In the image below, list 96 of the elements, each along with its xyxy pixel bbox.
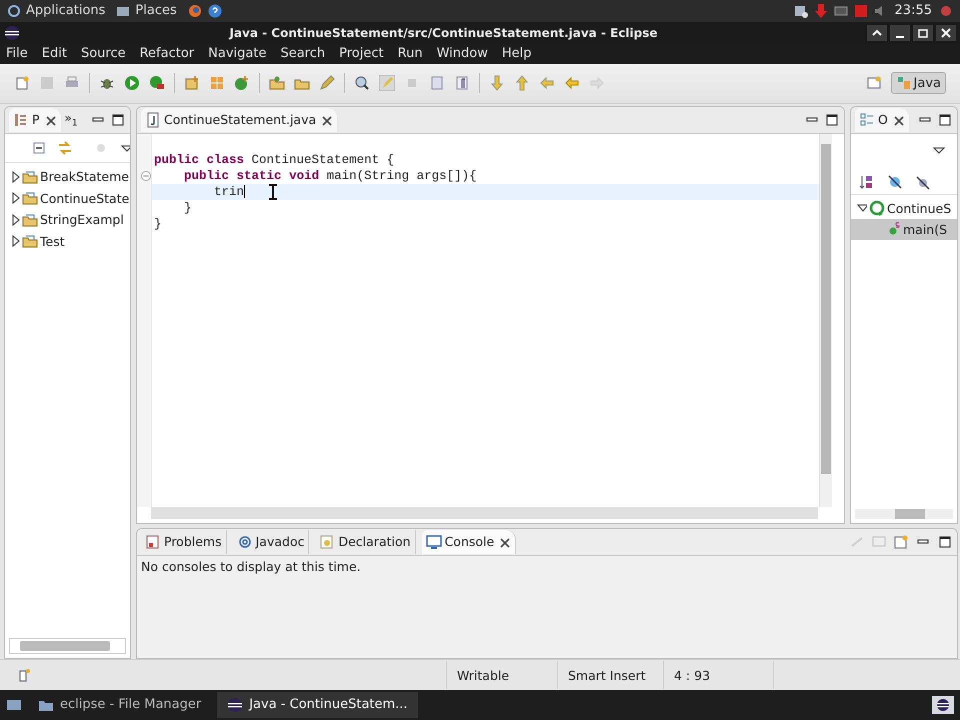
project-folder-icon	[22, 212, 38, 228]
back-arrow-icon[interactable]	[564, 75, 580, 92]
run-tools-icon[interactable]	[149, 75, 165, 92]
project-folder-icon	[22, 190, 38, 206]
view-tab[interactable]: P	[9, 108, 61, 132]
horizontal-scrollbar[interactable]	[151, 506, 818, 519]
horizontal-scrollbar[interactable]	[9, 638, 126, 654]
open-perspective-icon[interactable]	[866, 75, 882, 92]
project-tree-item[interactable]: Test	[5, 230, 130, 252]
eclipse-tray-icon[interactable]	[932, 696, 954, 714]
text-caret	[244, 185, 246, 198]
view-overflow-button[interactable]: »$_{1}$	[64, 111, 78, 129]
applications-menu[interactable]: Applications	[26, 3, 106, 18]
menu-item[interactable]: Search	[280, 46, 326, 62]
new-icon[interactable]	[14, 75, 30, 92]
close-icon[interactable]	[936, 24, 956, 41]
places-menu[interactable]: Places	[135, 3, 177, 18]
tab-label: Javadoc	[256, 534, 304, 550]
tab-label: Console	[444, 534, 494, 550]
perspective-button[interactable]: Java	[890, 72, 946, 94]
hide-static-icon[interactable]	[915, 174, 931, 190]
menu-item[interactable]: Window	[436, 46, 488, 62]
eclipse-logo-icon	[227, 696, 244, 713]
project-tree-item[interactable]: BreakStateme	[5, 166, 130, 188]
code-line: trin	[213, 184, 246, 199]
sort-icon[interactable]	[859, 174, 875, 190]
window-up-icon[interactable]	[867, 24, 887, 41]
restore-icon[interactable]	[913, 24, 933, 41]
taskbar-button[interactable]: eclipse - File Manager	[28, 692, 212, 718]
menu-item[interactable]: Refactor	[140, 46, 194, 62]
tab-label: O	[878, 112, 888, 128]
project-folder-icon	[22, 168, 38, 185]
tab-label: Declaration	[338, 534, 411, 550]
declaration-icon	[319, 534, 336, 550]
maximize-icon[interactable]	[937, 112, 953, 128]
minimize-icon[interactable]	[890, 24, 910, 41]
view-tab[interactable]: O	[855, 108, 909, 132]
tab-label: P	[32, 112, 40, 128]
menu-item[interactable]: Source	[80, 46, 126, 62]
problems-icon	[145, 534, 161, 550]
vertical-scrollbar[interactable]	[819, 134, 832, 507]
view-tab[interactable]: Problems	[141, 530, 227, 554]
project-tree-item[interactable]: StringExampl	[5, 208, 130, 230]
code-line: public class ContinueStatement {	[154, 152, 394, 167]
java-perspective-icon	[896, 75, 912, 92]
status-text: Smart Insert	[557, 661, 663, 689]
menu-item[interactable]: Help	[502, 46, 532, 62]
run-icon[interactable]	[124, 75, 140, 92]
new-package-icon[interactable]	[184, 75, 200, 92]
package-explorer-icon	[13, 112, 29, 128]
console-icon	[426, 534, 442, 550]
stop-icon[interactable]	[852, 2, 869, 19]
taskbar-button[interactable]: Java - ContinueStatem...	[217, 692, 418, 718]
view-tab[interactable]: Console	[422, 530, 516, 554]
menu-item[interactable]: Edit	[42, 46, 67, 62]
tab-label: ContinueStatement.java	[164, 112, 316, 128]
outline-item[interactable]: main(S	[851, 218, 957, 240]
status-text: Writable	[446, 661, 557, 689]
show-whitespace-icon[interactable]	[429, 75, 445, 92]
pencil-icon[interactable]	[319, 75, 335, 92]
outline-item[interactable]: ContinueS	[851, 198, 957, 219]
tab-label: Problems	[164, 534, 222, 550]
javadoc-icon	[236, 534, 253, 550]
maximize-icon[interactable]	[824, 112, 840, 128]
pilcrow-icon[interactable]	[454, 75, 470, 92]
view-tab[interactable]: Javadoc	[232, 530, 310, 554]
eclipse-logo-icon	[4, 24, 20, 41]
i-beam-cursor-icon	[267, 184, 280, 200]
new-class-icon[interactable]	[234, 75, 250, 92]
open-type-icon[interactable]	[269, 75, 285, 92]
status-text: 4 : 93	[663, 661, 773, 689]
window-title: Java - ContinueStatement/src/ContinueStatement.java - Eclipse	[228, 26, 659, 40]
outline-icon	[859, 112, 875, 128]
collapse-all-icon[interactable]	[31, 140, 47, 156]
code-line: }	[154, 216, 162, 231]
project-folder-icon	[22, 233, 38, 250]
clock-text[interactable]: 23:55	[894, 3, 932, 18]
menu-item[interactable]: File	[6, 46, 28, 62]
horizontal-scrollbar[interactable]	[855, 508, 953, 519]
editor-tab[interactable]: ContinueStatement.java	[141, 108, 338, 132]
maximize-icon[interactable]	[937, 534, 953, 550]
help-icon[interactable]	[206, 2, 223, 19]
maximize-icon[interactable]	[110, 112, 126, 128]
browser-icon[interactable]	[186, 2, 203, 19]
project-tree-item[interactable]: ContinueState	[5, 187, 130, 209]
java-file-icon	[145, 112, 161, 128]
class-icon	[869, 200, 885, 216]
menu-item[interactable]: Project	[339, 46, 384, 62]
console-message: No consoles to display at this time.	[137, 556, 957, 658]
open-console-icon[interactable]	[893, 534, 909, 550]
code-line: public static void main(String args[]){	[183, 168, 477, 183]
menu-item[interactable]: Navigate	[208, 46, 266, 62]
hide-fields-icon[interactable]	[887, 174, 903, 190]
code-line: }	[183, 200, 192, 215]
view-tab[interactable]: Declaration	[315, 530, 416, 554]
menu-item[interactable]: Run	[398, 46, 423, 62]
